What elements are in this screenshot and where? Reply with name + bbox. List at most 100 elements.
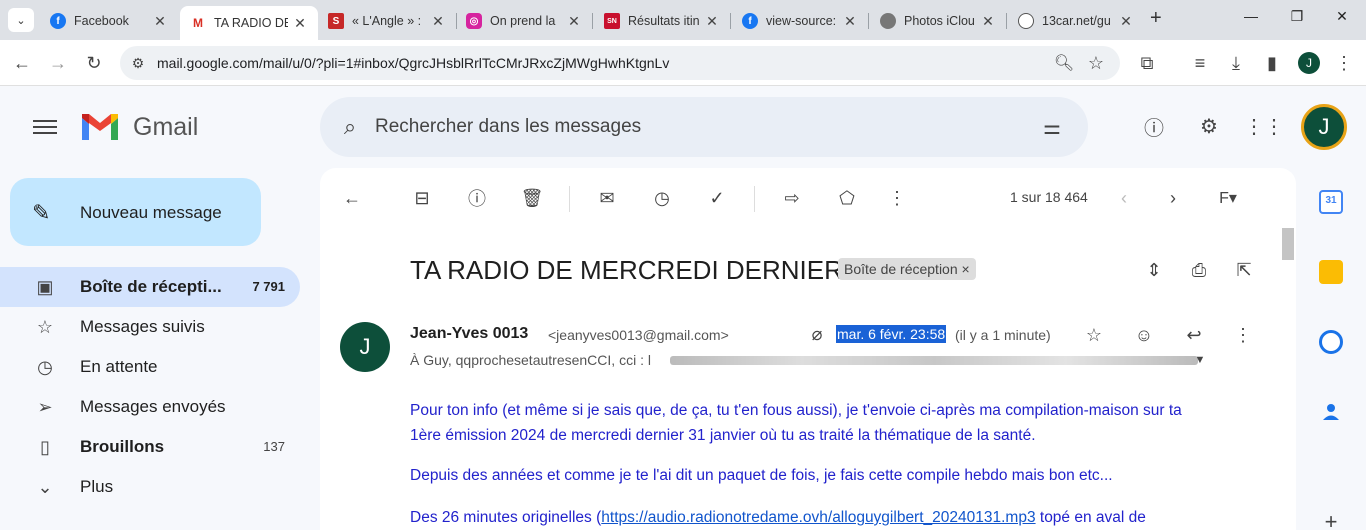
restore-icon[interactable]: ❐	[1283, 8, 1311, 25]
sidebar-item-label: Brouillons	[80, 437, 165, 456]
media-icon[interactable]: ≡	[1188, 51, 1212, 75]
zoom-icon[interactable]: 🔍︎	[1052, 51, 1076, 75]
drafts-count: 137	[263, 439, 285, 454]
back-arrow-icon[interactable]: ←	[10, 51, 34, 75]
more-options-icon[interactable]: ⋮	[1231, 323, 1255, 347]
snooze-icon[interactable]: ◷	[650, 186, 674, 210]
delete-icon[interactable]: 🗑︎	[520, 186, 544, 210]
tab-langle[interactable]: S « L'Angle » : ✕	[318, 6, 456, 36]
message-subject: TA RADIO DE MERCREDI DERNIER	[410, 255, 843, 285]
instagram-icon: ◎	[466, 13, 482, 29]
expand-all-icon[interactable]: ⇕	[1142, 258, 1166, 282]
calendar-icon[interactable]: 31	[1319, 190, 1343, 214]
account-avatar[interactable]: J	[1301, 104, 1347, 150]
tab-icloud[interactable]: Photos iClou ✕	[870, 6, 1006, 36]
inbox-label-chip[interactable]: Boîte de réception ×	[838, 258, 976, 280]
back-arrow-icon[interactable]: ←	[340, 186, 364, 210]
label-chip-text: Boîte de réception	[844, 261, 958, 277]
emoji-react-icon[interactable]: ☺	[1132, 323, 1156, 347]
sidebar-item-snoozed[interactable]: ◷ En attente	[0, 347, 300, 387]
facebook-icon: f	[742, 13, 758, 29]
close-icon[interactable]: ✕	[566, 13, 582, 30]
mark-unread-icon[interactable]: ✉	[595, 186, 619, 210]
close-icon[interactable]: ✕	[704, 13, 720, 30]
search-options-icon[interactable]: ⚌	[1038, 113, 1066, 141]
sidebar-item-drafts[interactable]: ▯ Brouillons 137	[0, 427, 300, 467]
site-settings-icon[interactable]: ⚙	[126, 51, 150, 75]
close-icon[interactable]: ✕	[430, 13, 446, 30]
settings-gear-icon[interactable]: ⚙	[1195, 112, 1223, 140]
search-input[interactable]: Rechercher dans les messages	[375, 116, 641, 138]
tab-gmail-active[interactable]: M TA RADIO DE ✕	[180, 6, 318, 40]
tab-view-source[interactable]: f view-source: ✕	[732, 6, 868, 36]
audio-link[interactable]: https://audio.radionotredame.ovh/alloguy…	[601, 509, 1035, 526]
label-icon[interactable]: ⬠	[835, 186, 859, 210]
profile-avatar[interactable]: J	[1298, 52, 1320, 74]
add-task-icon[interactable]: ✓	[705, 186, 729, 210]
sidebar-item-inbox[interactable]: ▣ Boîte de récepti... 7 791	[0, 267, 300, 307]
download-icon[interactable]: ⤓	[1224, 51, 1248, 75]
sidebar-item-starred[interactable]: ☆ Messages suivis	[0, 307, 300, 347]
print-icon[interactable]: ⎙	[1187, 258, 1211, 282]
close-icon[interactable]: ✕	[1118, 13, 1134, 30]
open-new-window-icon[interactable]: ⇱	[1232, 258, 1256, 282]
message-paragraph: Des 26 minutes originelles (https://audi…	[410, 505, 1210, 530]
bookmark-star-icon[interactable]: ☆	[1084, 51, 1108, 75]
forward-arrow-icon[interactable]: →	[46, 51, 70, 75]
window-close-icon[interactable]: ✕	[1328, 8, 1356, 25]
text-run: Des 26 minutes originelles (	[410, 509, 602, 526]
contacts-icon[interactable]	[1319, 400, 1343, 424]
tasks-icon[interactable]	[1319, 330, 1343, 354]
reload-icon[interactable]: ↻	[82, 51, 106, 75]
reply-icon[interactable]: ↩	[1182, 323, 1206, 347]
sidebar-item-more[interactable]: ⌄ Plus	[0, 467, 300, 507]
url-text[interactable]: mail.google.com/mail/u/0/?pli=1#inbox/Qg…	[157, 55, 669, 71]
tab-title: 13car.net/gu	[1042, 14, 1111, 28]
apps-grid-icon[interactable]: ⋮⋮	[1244, 112, 1284, 140]
help-icon[interactable]: ⓘ	[1140, 112, 1168, 140]
remove-label-icon[interactable]: ×	[962, 261, 970, 277]
close-icon[interactable]: ✕	[152, 13, 168, 30]
tab-sncf[interactable]: SN Résultats itin ✕	[594, 6, 730, 36]
older-chevron-icon[interactable]: ›	[1161, 186, 1185, 210]
extensions-icon[interactable]: ⧉	[1135, 51, 1159, 75]
input-tools-icon[interactable]: F▾	[1208, 186, 1248, 210]
new-tab-icon[interactable]: +	[1150, 7, 1162, 30]
show-details-chevron-icon[interactable]: ▼	[1188, 348, 1212, 372]
sidebar-item-sent[interactable]: ➢ Messages envoyés	[0, 387, 300, 427]
newer-chevron-icon[interactable]: ‹	[1112, 186, 1136, 210]
tab-instagram[interactable]: ◎ On prend la ✕	[456, 6, 592, 36]
address-bar[interactable]: ⚙ mail.google.com/mail/u/0/?pli=1#inbox/…	[120, 46, 1120, 80]
minimize-icon[interactable]: —	[1237, 8, 1265, 24]
more-options-icon[interactable]: ⋮	[885, 186, 909, 210]
add-app-icon[interactable]: +	[1319, 510, 1343, 530]
close-icon[interactable]: ✕	[842, 13, 858, 30]
close-icon[interactable]: ✕	[980, 13, 996, 30]
search-bar[interactable]: ⌕ Rechercher dans les messages ⚌	[320, 97, 1088, 157]
compose-button[interactable]: ✎ Nouveau message	[10, 178, 261, 246]
gmail-logo-icon[interactable]	[80, 112, 120, 147]
text-run: topé en aval de	[1035, 509, 1146, 526]
news-site-icon: S	[328, 13, 344, 29]
sidebar-item-label: Messages suivis	[80, 317, 205, 336]
search-icon[interactable]: ⌕	[336, 113, 364, 141]
tab-facebook[interactable]: f Facebook ✕	[40, 6, 178, 36]
sender-avatar[interactable]: J	[340, 322, 390, 372]
star-icon: ☆	[36, 316, 54, 337]
main-menu-icon[interactable]	[33, 116, 57, 140]
chevron-down-icon: ⌄	[37, 476, 53, 497]
scrollbar-thumb[interactable]	[1282, 228, 1294, 260]
move-to-icon[interactable]: ⇨	[780, 186, 804, 210]
side-panel-icon[interactable]: ▮	[1260, 51, 1284, 75]
keep-icon[interactable]	[1319, 260, 1343, 284]
tab-search-dropdown-icon[interactable]: ⌄	[8, 8, 34, 32]
message-date-relative: (il y a 1 minute)	[955, 327, 1051, 343]
star-icon[interactable]: ☆	[1082, 323, 1106, 347]
tab-13car[interactable]: 13car.net/gu ✕	[1008, 6, 1144, 36]
archive-icon[interactable]: ⊟	[410, 186, 434, 210]
browser-toolbar: ← → ↻ ⚙ mail.google.com/mail/u/0/?pli=1#…	[0, 40, 1366, 86]
sender-name[interactable]: Jean-Yves 0013	[410, 325, 528, 343]
report-spam-icon[interactable]: ⓘ	[465, 186, 489, 210]
browser-menu-icon[interactable]: ⋮	[1332, 51, 1356, 75]
close-icon[interactable]: ✕	[292, 15, 308, 32]
